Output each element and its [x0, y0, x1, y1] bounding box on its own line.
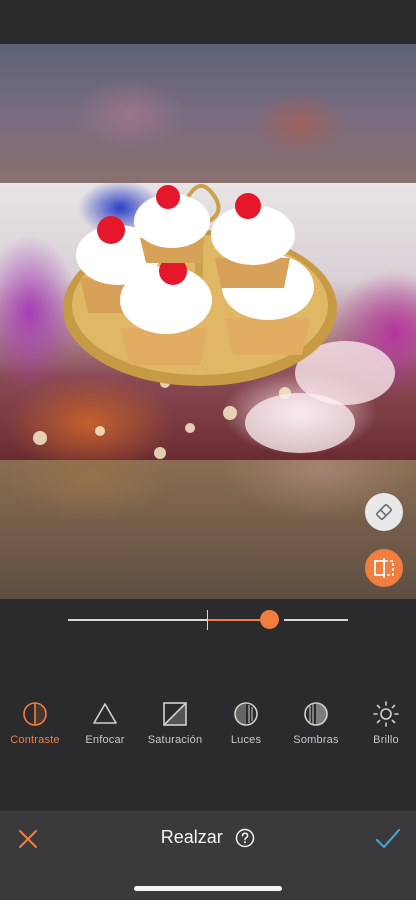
tool-contrast[interactable]: Contraste: [0, 700, 70, 746]
home-indicator: [134, 886, 282, 891]
slider-thumb[interactable]: [260, 610, 280, 629]
tool-sharpen[interactable]: Enfocar: [70, 700, 140, 746]
sun-icon: [373, 701, 399, 727]
tool-brightness[interactable]: Brillo: [351, 700, 416, 746]
slider-center-mark: [207, 610, 208, 630]
highlights-icon: [234, 702, 258, 726]
photo-image[interactable]: [0, 183, 416, 460]
confirm-button[interactable]: [374, 826, 402, 852]
compare-icon: [374, 558, 394, 578]
tool-shadows[interactable]: Sombras: [281, 700, 351, 746]
saturation-icon: [163, 702, 187, 726]
eraser-icon: [376, 504, 392, 520]
adjustment-toolbar: Contraste Enfocar Saturación Luces Sombr…: [0, 700, 416, 756]
help-icon[interactable]: [235, 828, 255, 848]
compare-button[interactable]: [365, 549, 403, 587]
check-icon: [376, 829, 400, 848]
tool-label: Sombras: [293, 734, 339, 746]
tool-saturation[interactable]: Saturación: [140, 700, 210, 746]
intensity-slider[interactable]: [68, 608, 348, 632]
tool-label: Saturación: [147, 734, 203, 746]
shadows-icon: [304, 702, 328, 726]
triangle-icon: [93, 703, 117, 724]
status-bar: [0, 0, 416, 44]
tool-label: Enfocar: [85, 734, 125, 746]
tool-highlights[interactable]: Luces: [211, 700, 281, 746]
tool-label: Contraste: [10, 734, 60, 746]
blurred-background-bottom: [0, 460, 416, 599]
blurred-background-top: [0, 44, 416, 183]
photo-canvas[interactable]: [0, 44, 416, 599]
eraser-button[interactable]: [365, 493, 403, 531]
page-title: Realzar: [160, 827, 223, 847]
title-group: Realzar: [0, 827, 416, 848]
cupcake-stand-illustration: [33, 183, 395, 459]
contrast-icon: [23, 702, 47, 726]
bottom-bar: Realzar: [0, 811, 416, 900]
tool-label: Brillo: [373, 734, 399, 746]
tool-label: Luces: [230, 734, 262, 746]
